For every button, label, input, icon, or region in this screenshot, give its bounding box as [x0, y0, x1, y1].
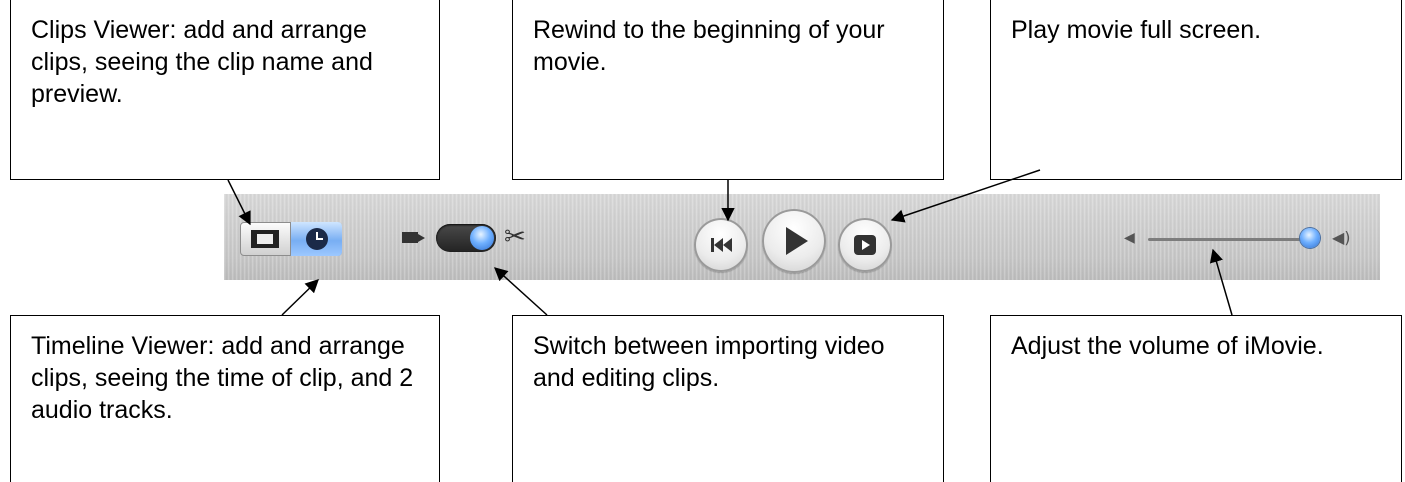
callout-timeline-viewer-text: Timeline Viewer: add and arrange clips, …: [31, 332, 414, 424]
play-button[interactable]: [762, 209, 826, 273]
callout-rewind: Rewind to the beginning of your movie.: [512, 0, 944, 180]
arrow-timeline-viewer: [281, 279, 319, 316]
clips-view-button[interactable]: [240, 222, 291, 256]
timeline-view-button[interactable]: [291, 222, 342, 256]
full-screen-button[interactable]: [838, 218, 892, 272]
view-toggle: [240, 222, 342, 256]
callout-clips-viewer-text: Clips Viewer: add and arrange clips, see…: [31, 16, 373, 108]
full-screen-play-icon: [854, 235, 876, 255]
speaker-low-icon: ◀: [1124, 230, 1135, 246]
camera-icon: [402, 232, 425, 243]
speaker-high-icon: ◀): [1332, 228, 1351, 247]
callout-clips-viewer: Clips Viewer: add and arrange clips, see…: [10, 0, 440, 180]
scissors-icon: ✂: [504, 222, 526, 252]
mode-switch-knob[interactable]: [470, 226, 494, 250]
callout-mode-switch-text: Switch between importing video and editi…: [533, 332, 885, 392]
callout-volume: Adjust the volume of iMovie.: [990, 315, 1402, 482]
annotated-toolbar-diagram: Clips Viewer: add and arrange clips, see…: [0, 0, 1405, 482]
callout-full-screen: Play movie full screen.: [990, 0, 1402, 180]
callout-volume-text: Adjust the volume of iMovie.: [1011, 332, 1324, 360]
volume-slider-knob[interactable]: [1299, 228, 1320, 248]
callout-rewind-text: Rewind to the beginning of your movie.: [533, 16, 885, 76]
film-strip-icon: [251, 230, 279, 248]
callout-mode-switch: Switch between importing video and editi…: [512, 315, 944, 482]
rewind-icon: [710, 238, 732, 252]
imovie-toolbar: ✂ ◀ ◀): [224, 194, 1380, 280]
mode-switch[interactable]: [436, 224, 496, 252]
volume-slider-track[interactable]: [1148, 238, 1318, 241]
rewind-button[interactable]: [694, 218, 748, 272]
clock-icon: [305, 228, 328, 250]
callout-timeline-viewer: Timeline Viewer: add and arrange clips, …: [10, 315, 440, 482]
callout-full-screen-text: Play movie full screen.: [1011, 16, 1262, 44]
play-icon: [786, 227, 808, 255]
